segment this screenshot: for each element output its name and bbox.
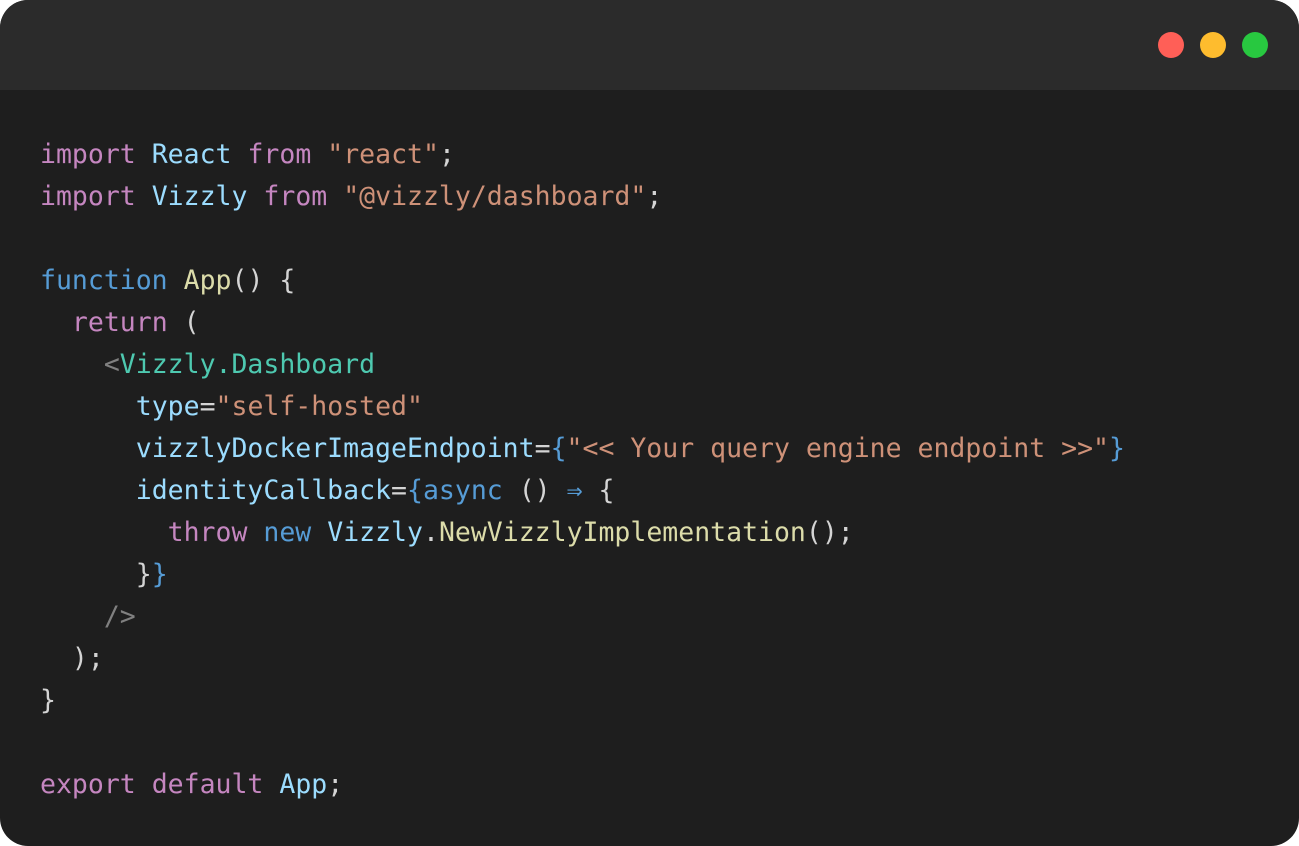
keyword: new — [263, 517, 312, 548]
jsx-attribute: vizzlyDockerImageEndpoint — [135, 433, 535, 464]
jsx-attribute: identityCallback — [135, 475, 392, 506]
punctuation: ; — [438, 139, 455, 170]
punctuation: (); — [805, 517, 854, 548]
function-name: App — [183, 265, 232, 296]
punctuation: } — [40, 685, 56, 716]
jsx-self-close: /> — [103, 601, 136, 632]
punctuation: { — [598, 475, 615, 506]
code-line-2: import Vizzly from "@vizzly/dashboard"; — [40, 176, 1125, 218]
code-line-13: ); — [40, 638, 1125, 680]
punctuation: () { — [231, 265, 296, 296]
identifier: App — [279, 769, 328, 800]
code-line-6: <Vizzly.Dashboard — [40, 344, 1125, 386]
keyword: return — [71, 307, 168, 338]
punctuation: ; — [646, 181, 663, 212]
identifier: Vizzly — [327, 517, 423, 548]
minimize-window-icon[interactable] — [1200, 32, 1226, 58]
code-line-16: export default App; — [40, 764, 1125, 806]
keyword: from — [263, 181, 328, 212]
code-line-1: import React from "react"; — [40, 134, 1125, 176]
code-line-9: identityCallback={async () ⇒ { — [40, 470, 1125, 512]
identifier: Vizzly — [151, 181, 248, 212]
jsx-attribute: type — [135, 391, 200, 422]
code-window: import React from "react"; import Vizzly … — [0, 0, 1299, 846]
string-literal: "@vizzly/dashboard" — [343, 181, 647, 212]
jsx-brace: { — [550, 433, 567, 464]
code-line-12: /> — [40, 596, 1125, 638]
code-line-4: function App() { — [40, 260, 1125, 302]
string-literal: "<< Your query engine endpoint >>" — [566, 433, 1109, 464]
keyword: from — [247, 139, 312, 170]
keyword: import — [40, 139, 136, 170]
close-window-icon[interactable] — [1158, 32, 1184, 58]
code-line-8: vizzlyDockerImageEndpoint={"<< Your quer… — [40, 428, 1125, 470]
punctuation: = — [391, 475, 407, 506]
window-titlebar — [0, 0, 1299, 90]
punctuation: ( — [183, 307, 200, 338]
jsx-tag: Vizzly.Dashboard — [119, 349, 376, 380]
string-literal: "self-hosted" — [215, 391, 423, 422]
code-line-11: }} — [40, 554, 1125, 596]
keyword: default — [151, 769, 264, 800]
punctuation: = — [199, 391, 216, 422]
punctuation: . — [422, 517, 439, 548]
string-literal: "react" — [327, 139, 439, 170]
jsx-brace: } — [151, 559, 168, 590]
keyword: import — [40, 181, 136, 212]
keyword: async — [422, 475, 503, 506]
code-line-7: type="self-hosted" — [40, 386, 1125, 428]
keyword: export — [40, 769, 136, 800]
punctuation: = — [534, 433, 551, 464]
punctuation: ); — [71, 643, 104, 674]
jsx-brace: } — [1108, 433, 1125, 464]
maximize-window-icon[interactable] — [1242, 32, 1268, 58]
code-line-5: return ( — [40, 302, 1125, 344]
code-line-10: throw new Vizzly.NewVizzlyImplementation… — [40, 512, 1125, 554]
keyword: throw — [167, 517, 248, 548]
punctuation: () — [518, 475, 551, 506]
punctuation: } — [135, 559, 152, 590]
arrow-operator: ⇒ — [566, 475, 583, 506]
punctuation: ; — [327, 769, 344, 800]
jsx-brace: { — [406, 475, 423, 506]
identifier: React — [151, 139, 232, 170]
jsx-angle: < — [103, 349, 120, 380]
keyword: function — [40, 265, 168, 296]
function-name: NewVizzlyImplementation — [438, 517, 806, 548]
code-block: import React from "react"; import Vizzly … — [40, 134, 1125, 806]
code-line-14: } — [40, 680, 1125, 722]
